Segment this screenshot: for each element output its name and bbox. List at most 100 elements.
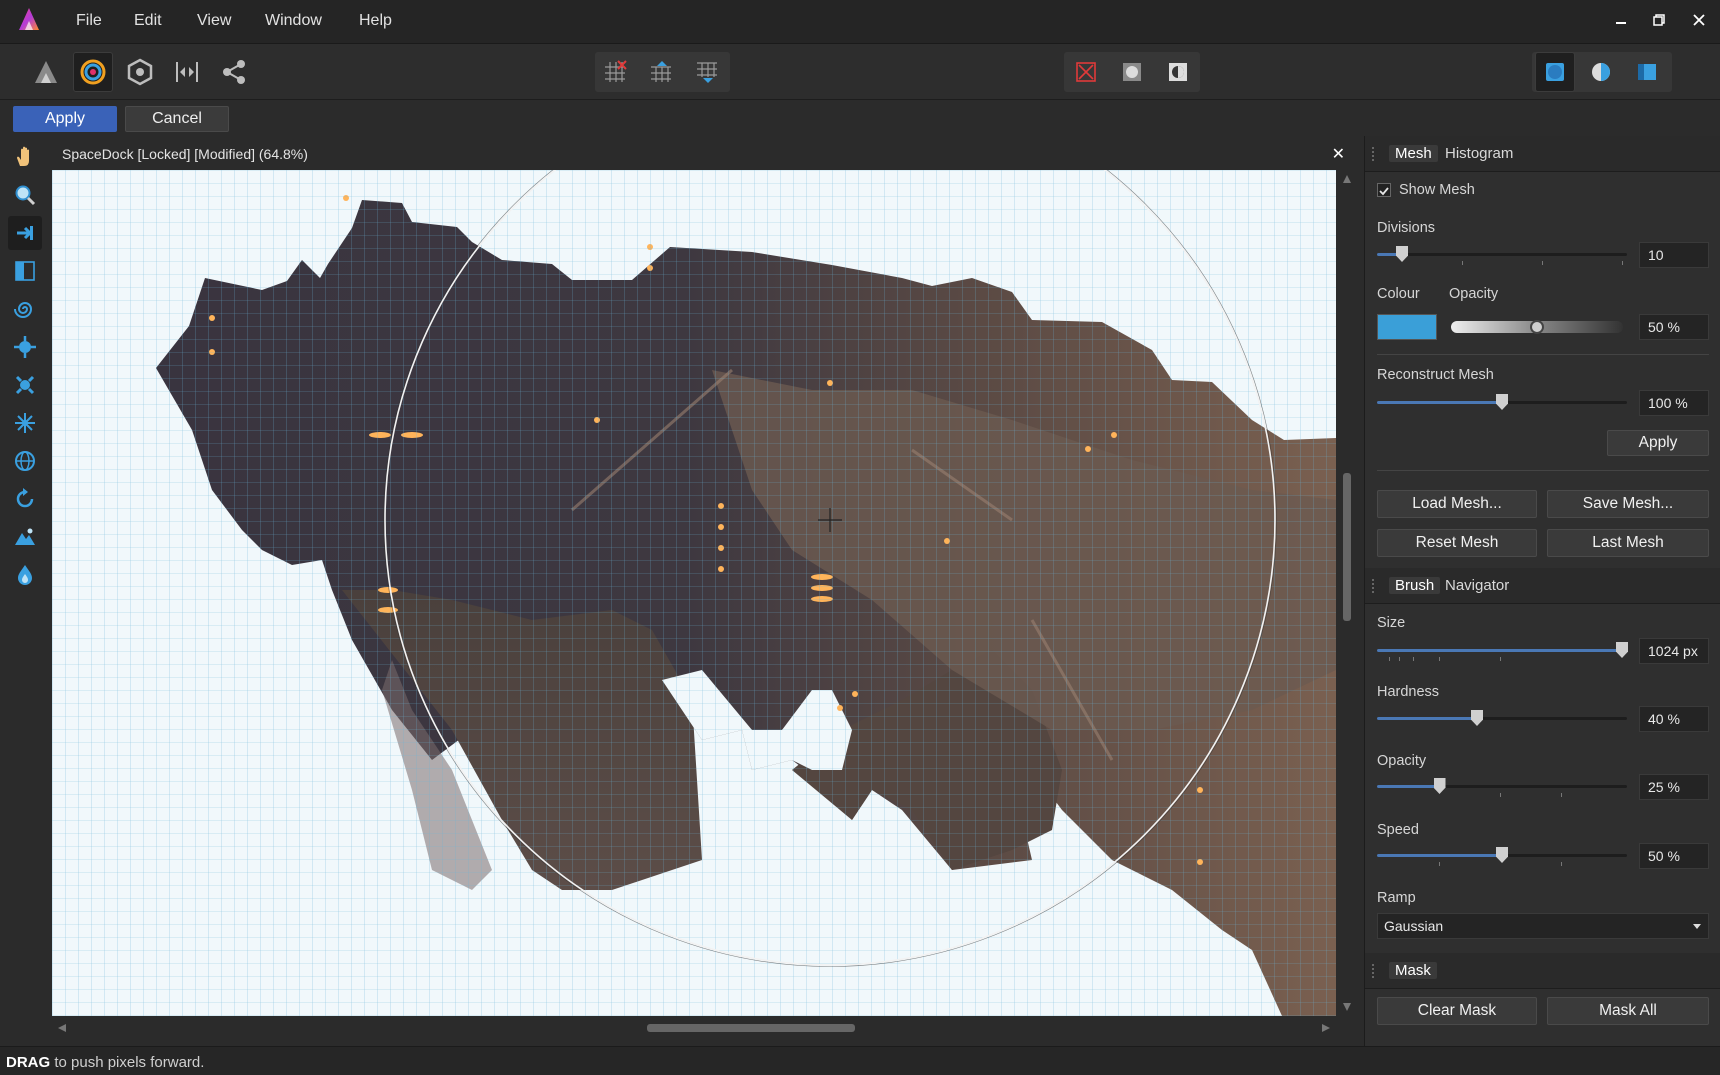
brush-size-slider[interactable] — [1377, 640, 1628, 662]
mask-all-button[interactable]: Mask All — [1547, 997, 1709, 1025]
save-mesh-button[interactable]: Save Mesh... — [1547, 490, 1709, 518]
document-tab: SpaceDock [Locked] [Modified] (64.8%) ✕ — [50, 140, 1355, 170]
divisions-slider[interactable] — [1377, 244, 1627, 266]
menu-view[interactable]: View — [197, 12, 231, 30]
opacity-label: Opacity — [1449, 286, 1499, 302]
brush-opacity-slider[interactable] — [1377, 776, 1627, 798]
chevron-down-icon — [1693, 924, 1701, 929]
brush-speed-value[interactable]: 50 % — [1639, 843, 1709, 869]
speed-label: Speed — [1377, 822, 1419, 838]
canvas[interactable] — [52, 170, 1336, 1016]
push-left-tool-icon[interactable] — [8, 254, 42, 288]
horizontal-scrollbar[interactable] — [52, 1018, 1336, 1038]
panel-grip[interactable] — [1372, 964, 1378, 978]
panel-grip[interactable] — [1372, 147, 1378, 161]
minimize-icon[interactable] — [1608, 8, 1634, 32]
mesh-opacity-value[interactable]: 50 % — [1639, 314, 1709, 340]
reconstruct-apply-button[interactable]: Apply — [1607, 430, 1709, 456]
clear-mesh-icon[interactable] — [595, 52, 635, 92]
ramp-label: Ramp — [1377, 890, 1416, 906]
load-mesh-button[interactable]: Load Mesh... — [1377, 490, 1537, 518]
status-bar: DRAG to push pixels forward. — [0, 1046, 1720, 1075]
divider — [1377, 354, 1709, 355]
photo-persona-icon[interactable] — [26, 52, 66, 92]
push-forward-tool-icon[interactable] — [8, 216, 42, 250]
divisions-value[interactable]: 10 — [1639, 242, 1709, 268]
status-text: DRAG to push pixels forward. — [6, 1054, 204, 1071]
close-document-icon[interactable]: ✕ — [1332, 144, 1345, 164]
mesh-opacity-slider[interactable] — [1451, 316, 1623, 338]
brush-hardness-slider[interactable] — [1377, 708, 1627, 730]
reconstruct-tool-icon[interactable] — [8, 482, 42, 516]
brush-hardness-value[interactable]: 40 % — [1639, 706, 1709, 732]
panel-grip[interactable] — [1372, 579, 1378, 593]
apply-button[interactable]: Apply — [13, 106, 117, 132]
view-mode-split-icon[interactable] — [1581, 52, 1621, 92]
menu-bar: File Edit View Window Help — [0, 0, 1720, 44]
mask-panel-tabs: Mask — [1365, 953, 1720, 989]
twirl-tool-icon[interactable] — [8, 292, 42, 326]
tab-mask[interactable]: Mask — [1389, 962, 1437, 979]
last-mesh-button[interactable]: Last Mesh — [1547, 529, 1709, 557]
pinch-tool-icon[interactable] — [8, 330, 42, 364]
liquify-persona-icon[interactable] — [73, 52, 113, 92]
context-toolbar: Apply Cancel — [0, 100, 1720, 136]
tab-histogram[interactable]: Histogram — [1439, 145, 1519, 162]
show-mesh-checkbox[interactable] — [1377, 183, 1391, 197]
restore-icon[interactable] — [1646, 8, 1672, 32]
export-persona-icon[interactable] — [214, 52, 254, 92]
brush-opacity-label: Opacity — [1377, 753, 1427, 769]
brush-speed-slider[interactable] — [1377, 845, 1627, 867]
show-mesh-label: Show Mesh — [1399, 182, 1475, 198]
tools-panel — [0, 136, 50, 1036]
mask-all-icon[interactable] — [1112, 52, 1152, 92]
menu-edit[interactable]: Edit — [134, 12, 162, 30]
ramp-dropdown[interactable]: Gaussian — [1377, 913, 1709, 939]
reconstruct-mesh-value[interactable]: 100 % — [1639, 390, 1709, 416]
right-panel: Mesh Histogram Show Mesh Divisions 10 Co… — [1364, 136, 1720, 1046]
clear-mask-icon[interactable] — [1066, 52, 1106, 92]
mesh-down-icon[interactable] — [687, 52, 727, 92]
tab-brush[interactable]: Brush — [1389, 577, 1441, 594]
clear-mask-button[interactable]: Clear Mask — [1377, 997, 1537, 1025]
view-mode-half-icon[interactable] — [1627, 52, 1667, 92]
cancel-button[interactable]: Cancel — [125, 106, 229, 132]
invert-mask-icon[interactable] — [1158, 52, 1198, 92]
tone-mapping-persona-icon[interactable] — [167, 52, 207, 92]
mesh-colour-swatch[interactable] — [1377, 314, 1437, 340]
document-title: SpaceDock [Locked] [Modified] (64.8%) — [62, 146, 308, 162]
mesh-clone-tool-icon[interactable] — [8, 444, 42, 478]
divider — [1377, 470, 1709, 471]
reconstruct-mesh-label: Reconstruct Mesh — [1377, 367, 1494, 383]
develop-persona-icon[interactable] — [120, 52, 160, 92]
turbulence-tool-icon[interactable] — [8, 406, 42, 440]
brush-opacity-value[interactable]: 25 % — [1639, 774, 1709, 800]
liquify-canvas-artwork — [52, 170, 1336, 1016]
freeze-tool-icon[interactable] — [8, 520, 42, 554]
close-window-icon[interactable] — [1686, 8, 1712, 32]
menu-help[interactable]: Help — [359, 12, 392, 30]
view-mode-mesh-icon[interactable] — [1535, 52, 1575, 92]
punch-tool-icon[interactable] — [8, 368, 42, 402]
menu-file[interactable]: File — [76, 12, 102, 30]
zoom-tool-icon[interactable] — [8, 178, 42, 212]
tab-mesh[interactable]: Mesh — [1389, 145, 1438, 162]
app-logo-icon — [19, 8, 39, 30]
reconstruct-mesh-slider[interactable] — [1377, 392, 1627, 414]
tab-navigator[interactable]: Navigator — [1439, 577, 1515, 594]
status-keyword: DRAG — [6, 1054, 51, 1071]
view-tool-hand-icon[interactable] — [8, 140, 42, 174]
mesh-overlay — [52, 170, 1336, 1016]
divisions-label: Divisions — [1377, 220, 1436, 236]
status-message: to push pixels forward. — [50, 1054, 205, 1071]
menu-window[interactable]: Window — [265, 12, 322, 30]
reset-mesh-button[interactable]: Reset Mesh — [1377, 529, 1537, 557]
ramp-value: Gaussian — [1384, 918, 1444, 934]
brush-panel-tabs: Brush Navigator — [1365, 568, 1720, 604]
toolbar — [0, 44, 1720, 100]
mesh-up-icon[interactable] — [641, 52, 681, 92]
brush-size-value[interactable]: 1024 px — [1639, 638, 1709, 664]
size-label: Size — [1377, 615, 1406, 631]
vertical-scrollbar[interactable] — [1340, 170, 1354, 1016]
thaw-tool-icon[interactable] — [8, 558, 42, 592]
